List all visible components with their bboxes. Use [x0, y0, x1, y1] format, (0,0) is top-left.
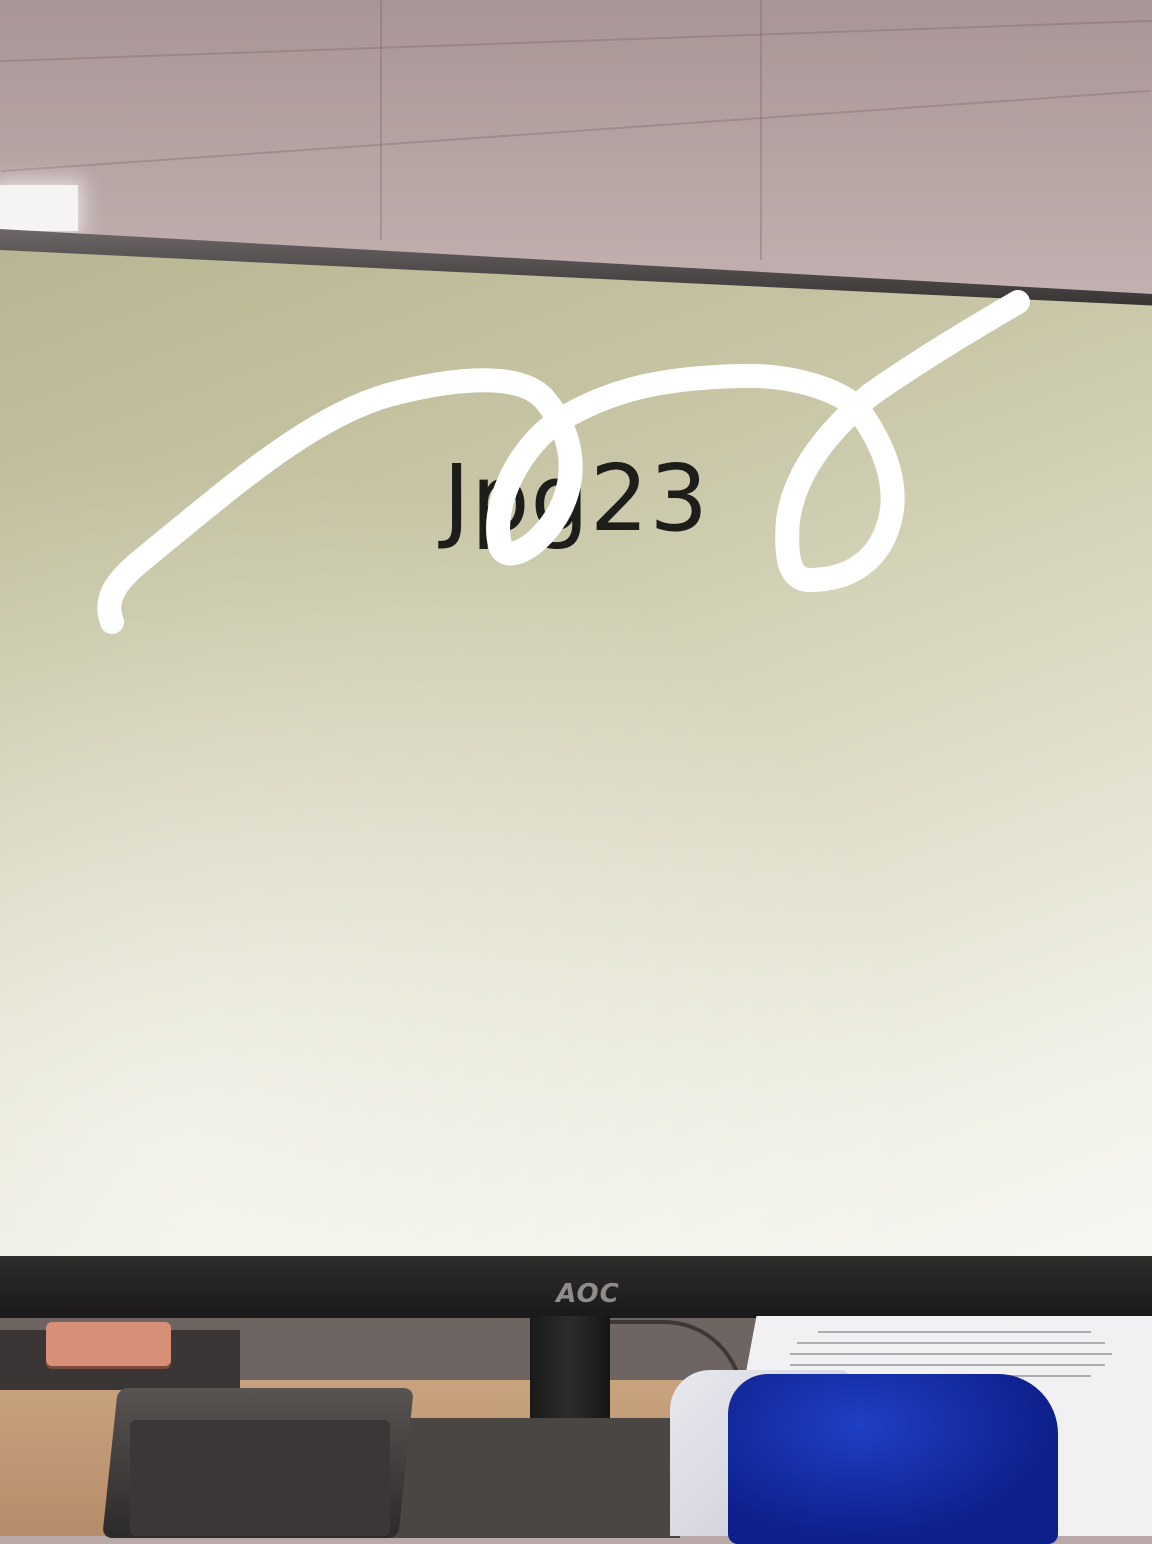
photo-scene: Jpg23 AOC [0, 0, 1152, 1544]
scribble-stroke [97, 290, 1030, 634]
paper-text-line [818, 1331, 1091, 1333]
paper-text-line [797, 1342, 1105, 1344]
phone-back-panel [130, 1420, 390, 1536]
paper-text-line [790, 1353, 1112, 1355]
pink-object [46, 1322, 171, 1366]
monitor-brand-logo: AOC [556, 1279, 620, 1309]
paper-text-line [790, 1364, 1105, 1366]
monitor-stand-base [390, 1418, 680, 1538]
blue-pouch [728, 1374, 1058, 1544]
